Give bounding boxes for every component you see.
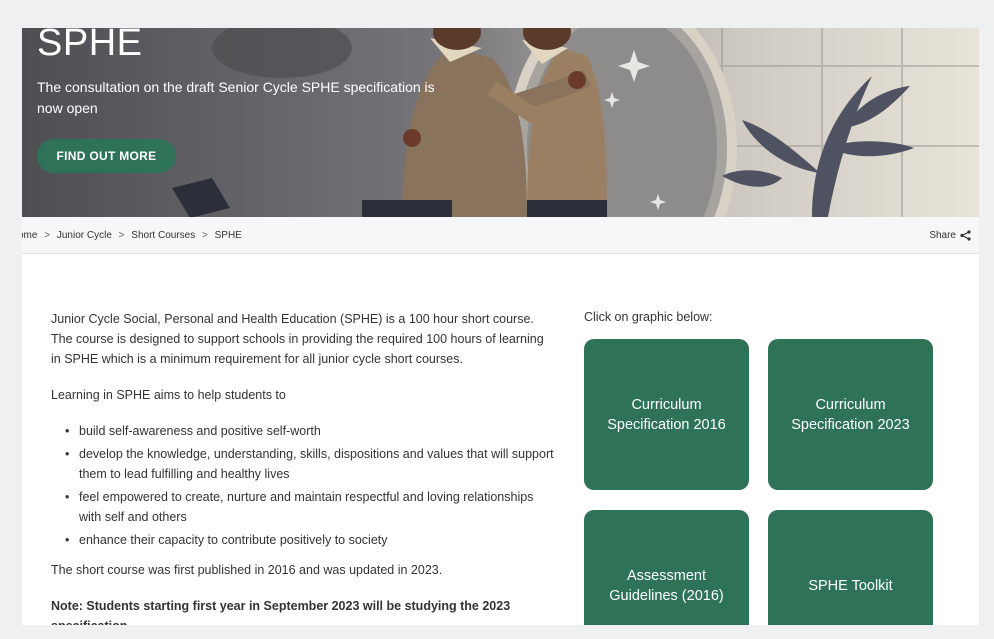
intro-content: Junior Cycle Social, Personal and Health… xyxy=(51,309,556,625)
breadcrumb-separator: > xyxy=(118,230,125,241)
page-title: SPHE xyxy=(37,28,143,64)
curriculum-specification-2023-tile[interactable]: Curriculum Specification 2023 xyxy=(768,339,933,490)
graphics-label: Click on graphic below: xyxy=(584,310,713,324)
find-out-more-button[interactable]: FIND OUT MORE xyxy=(37,139,176,173)
tile-label: Curriculum Specification 2016 xyxy=(607,396,726,433)
publication-paragraph: The short course was first published in … xyxy=(51,563,443,577)
sphe-toolkit-tile[interactable]: SPHE Toolkit xyxy=(768,510,933,625)
page-frame: SPHE The consultation on the draft Senio… xyxy=(22,28,979,625)
tile-label: Curriculum Specification 2023 xyxy=(791,396,910,433)
breadcrumb-separator: > xyxy=(202,230,208,241)
breadcrumb-separator: > xyxy=(44,230,51,241)
breadcrumb-current: SPHE xyxy=(214,230,242,241)
assessment-guidelines-2016-tile[interactable]: Assessment Guidelines (2016) xyxy=(584,510,749,625)
breadcrumb-home-link[interactable]: ome xyxy=(22,230,37,241)
list-item: develop the knowledge, understanding, sk… xyxy=(65,444,556,485)
curriculum-specification-2016-tile[interactable]: Curriculum Specification 2016 xyxy=(584,339,749,490)
hero-subtitle: The consultation on the draft Senior Cyc… xyxy=(37,79,435,116)
aims-paragraph: Learning in SPHE aims to help students t… xyxy=(51,388,286,402)
share-button[interactable]: Share xyxy=(929,230,971,241)
list-item: enhance their capacity to contribute pos… xyxy=(65,530,556,551)
list-item: feel empowered to create, nurture and ma… xyxy=(65,487,556,528)
breadcrumb-short-courses-link[interactable]: Short Courses xyxy=(131,230,195,241)
share-label: Share xyxy=(929,230,956,241)
note-paragraph: Note: Students starting first year in Se… xyxy=(51,599,511,625)
breadcrumb: ome > Junior Cycle > Short Courses > SPH… xyxy=(22,230,242,241)
tile-label: Assessment Guidelines (2016) xyxy=(609,567,724,604)
list-item: build self-awareness and positive self-w… xyxy=(65,421,556,442)
breadcrumb-junior-cycle-link[interactable]: Junior Cycle xyxy=(57,230,112,241)
tile-label: SPHE Toolkit xyxy=(808,577,893,594)
hero-banner: SPHE The consultation on the draft Senio… xyxy=(22,28,979,217)
breadcrumb-bar: ome > Junior Cycle > Short Courses > SPH… xyxy=(22,217,979,254)
hero-illustration xyxy=(22,28,979,217)
share-icon xyxy=(960,230,971,241)
intro-paragraph: Junior Cycle Social, Personal and Health… xyxy=(51,312,544,366)
aims-list: build self-awareness and positive self-w… xyxy=(51,421,556,550)
